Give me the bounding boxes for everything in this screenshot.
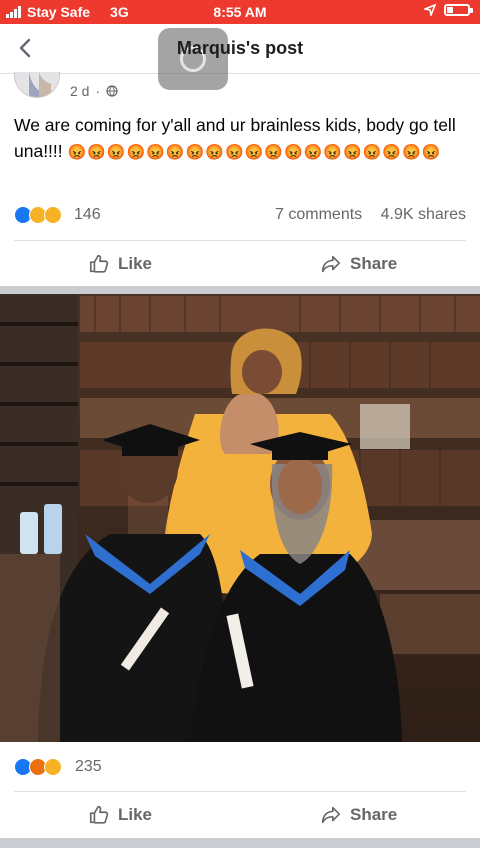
comment-count[interactable]: 7 comments xyxy=(275,206,362,223)
location-arrow-icon xyxy=(424,4,436,16)
status-right xyxy=(424,4,473,16)
like-label: Like xyxy=(118,805,153,824)
photo-like-button[interactable]: Like xyxy=(88,804,152,826)
post-age[interactable]: 2 d xyxy=(70,83,89,99)
photo-share-button[interactable]: Share xyxy=(320,804,397,826)
comments-shares[interactable]: 7 comments 4.9K shares xyxy=(275,206,466,224)
photo-reaction-icons xyxy=(14,758,62,776)
avatar[interactable] xyxy=(14,72,60,98)
share-label: Share xyxy=(350,805,398,824)
post-photo[interactable] xyxy=(0,294,480,742)
section-divider xyxy=(0,838,480,848)
photo-reaction-summary[interactable]: 235 xyxy=(14,756,466,780)
share-count[interactable]: 4.9K shares xyxy=(381,206,466,223)
graduation-photo xyxy=(0,294,480,742)
photo-reaction-count: 235 xyxy=(75,758,102,775)
post-text: We are coming for y'all and ur brainless… xyxy=(14,112,470,166)
like-label: Like xyxy=(118,254,153,273)
reaction-icons xyxy=(14,206,62,224)
post-action-bar: Like Share xyxy=(14,240,466,286)
globe-icon xyxy=(106,85,118,97)
share-arrow-icon xyxy=(321,255,341,273)
angry-emoji-string: 😡😡😡😡😡😡😡😡😡😡😡😡😡😡😡😡😡😡😡 xyxy=(67,144,442,161)
post-reaction-summary[interactable]: 146 7 comments 4.9K shares xyxy=(14,204,466,228)
reaction-count: 146 xyxy=(74,206,101,223)
sad-reaction-icon xyxy=(44,758,62,776)
avatar-image xyxy=(15,72,59,97)
thumbs-up-icon xyxy=(89,254,109,273)
haha-reaction-icon xyxy=(44,206,62,224)
photo-action-bar: Like Share xyxy=(14,791,466,837)
section-divider xyxy=(0,286,480,294)
clock: 8:55 AM xyxy=(213,4,267,20)
post-meta: 2 d · xyxy=(70,83,118,99)
thumbs-up-icon xyxy=(89,805,109,824)
share-button[interactable]: Share xyxy=(320,253,397,275)
share-arrow-icon xyxy=(321,806,341,824)
status-bar: Stay Safe 3G 8:55 AM xyxy=(0,0,480,24)
share-label: Share xyxy=(350,254,398,273)
like-button[interactable]: Like xyxy=(88,253,152,275)
nav-bar: Marquis's post xyxy=(0,24,480,90)
page-title: Marquis's post xyxy=(176,38,304,58)
battery-icon xyxy=(444,4,473,16)
